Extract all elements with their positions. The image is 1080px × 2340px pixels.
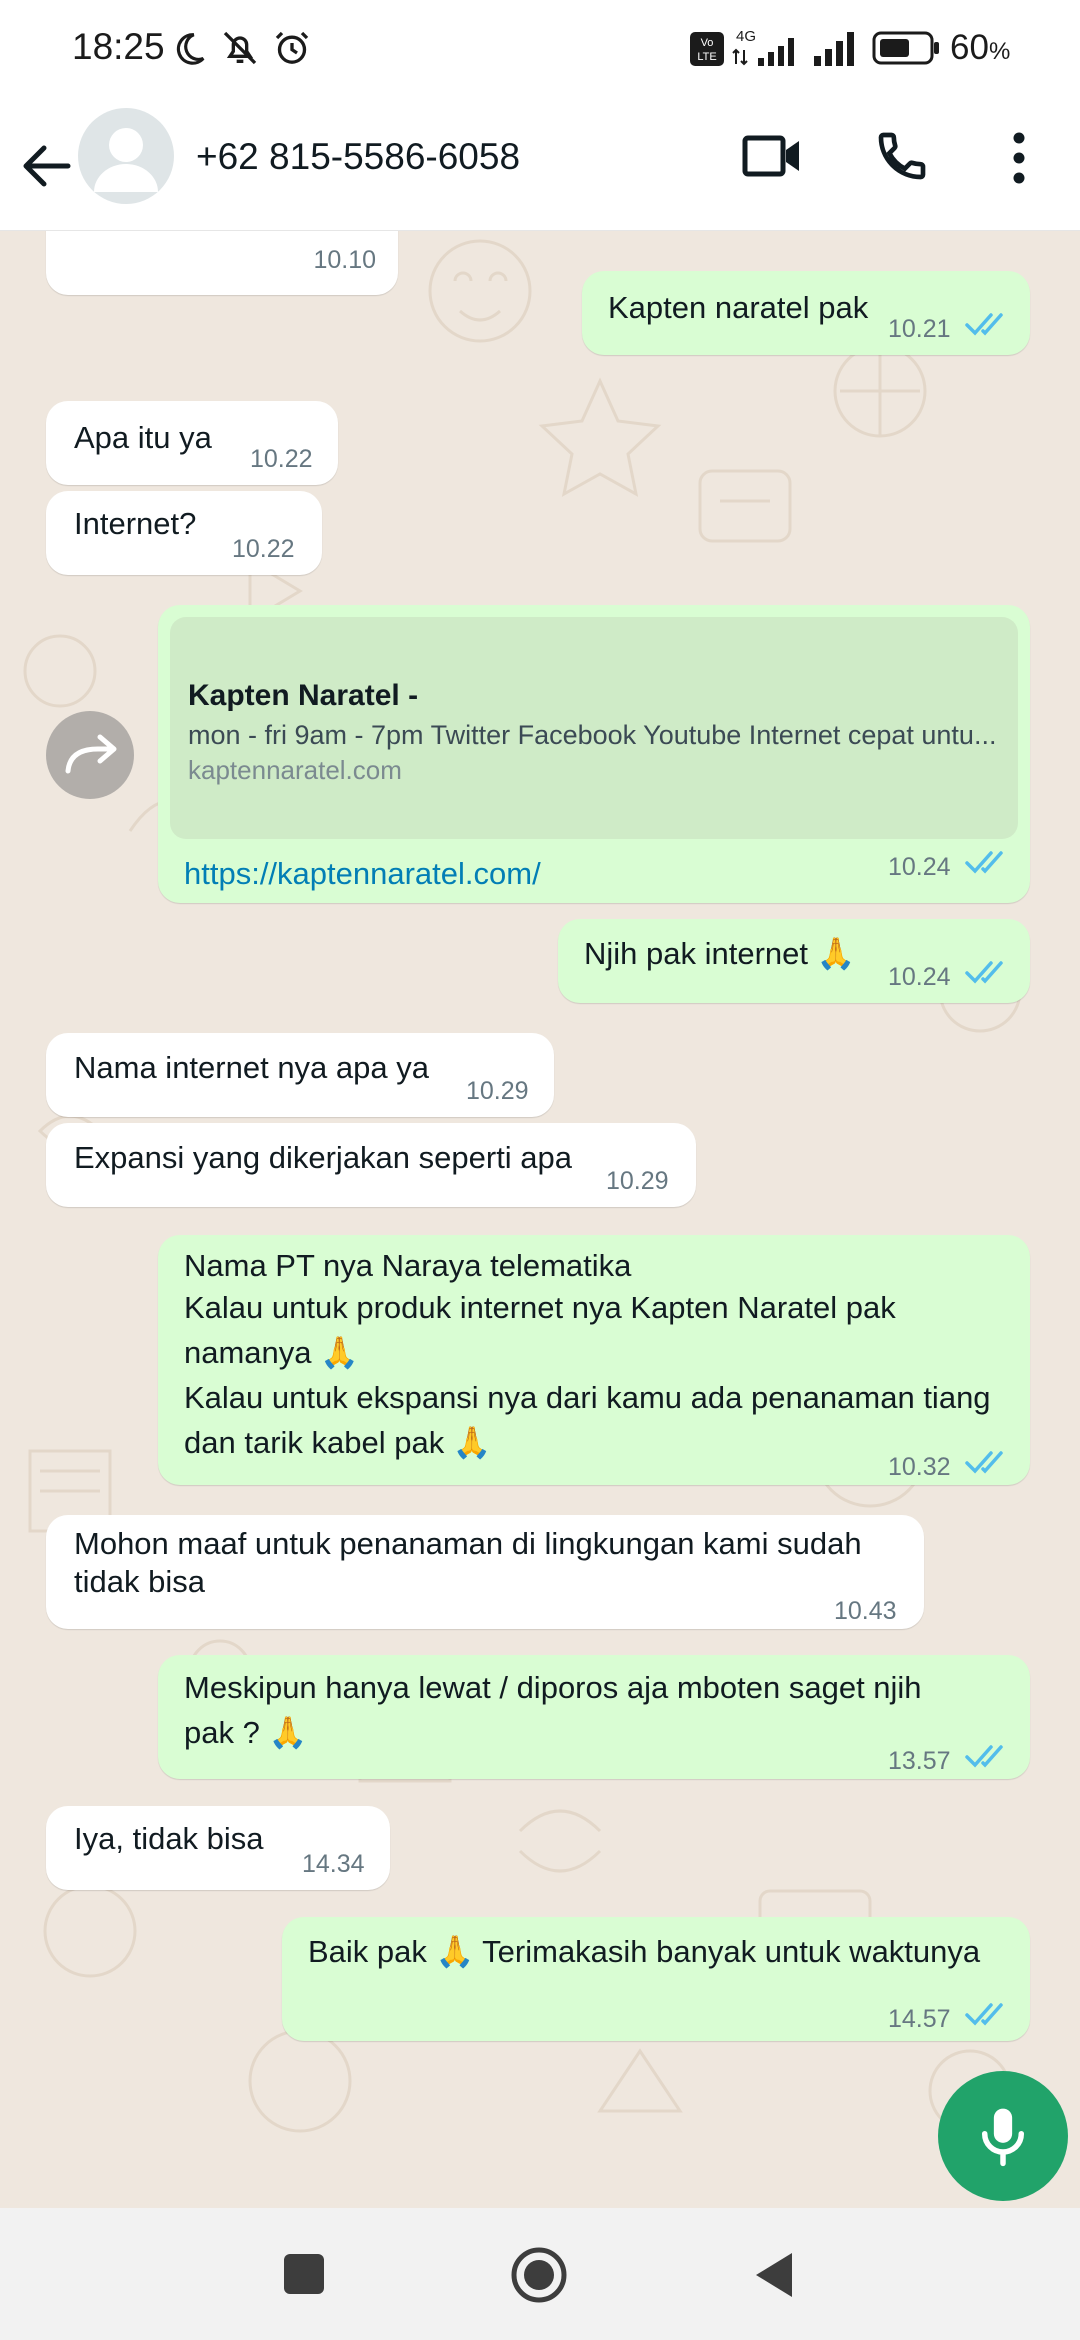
bell-off-icon [223,31,257,65]
home-circle-icon[interactable] [510,2246,568,2304]
contact-name[interactable]: +62 815-5586-6058 [196,136,520,178]
read-ticks-icon [965,851,1003,874]
message-bubble-outgoing[interactable]: Nama PT nya Naraya telematika Kalau untu… [158,1235,1030,1485]
message-text: Iya, tidak bisa [74,1821,264,1856]
read-ticks-icon [965,1745,1003,1768]
phone-icon[interactable] [874,128,930,184]
svg-text:4G: 4G [736,28,756,45]
volte-icon: Vo LTE [690,32,724,66]
message-bubble-outgoing[interactable]: Kapten naratel pak 10.21 [582,271,1030,355]
message-time: 13.57 [888,1747,951,1775]
link-preview-card[interactable]: Kapten Naratel - mon - fri 9am - 7pm Twi… [170,617,1018,839]
message-text-line: Kalau untuk produk internet nya Kapten N… [184,1290,896,1325]
read-ticks-icon [965,313,1003,336]
message-text-line: Meskipun hanya lewat / diporos aja mbote… [184,1670,922,1705]
message-time: 10.32 [888,1453,951,1481]
message-bubble-outgoing[interactable]: Baik pak 🙏 Terimakasih banyak untuk wakt… [282,1917,1030,2041]
message-time: 10.10 [313,246,376,274]
message-time: 10.21 [888,315,951,343]
message-text: Internet? [74,506,197,541]
message-time: 10.22 [250,445,313,473]
video-call-icon[interactable] [742,130,802,182]
back-arrow-icon[interactable] [18,144,74,188]
recents-square-icon[interactable] [282,2252,326,2296]
chat-area[interactable]: 10.10 Kapten naratel pak 10.21 Apa itu y… [0,231,1080,2208]
battery-icon [872,31,939,65]
alarm-icon [275,31,309,64]
more-vert-icon[interactable] [1006,130,1032,186]
message-time: 10.22 [232,535,295,563]
read-ticks-icon [965,2003,1003,2026]
message-text-line: Kalau untuk ekspansi nya dari kamu ada p… [184,1380,991,1415]
status-time: 18:25 [72,26,165,67]
message-bubble-incoming[interactable]: Nama internet nya apa ya 10.29 [46,1033,554,1117]
message-text: Baik pak 🙏 Terimakasih banyak untuk wakt… [308,1934,981,1969]
message-time: 10.29 [606,1167,669,1195]
message-time: 10.24 [888,963,951,991]
link-preview-title: Kapten Naratel - [188,679,419,712]
svg-text:Vo: Vo [701,37,714,49]
message-bubble-incoming[interactable]: Internet? 10.22 [46,491,322,575]
status-bar: 18:25 Vo LTE 4G 60% [0,0,1080,100]
message-text: Apa itu ya [74,420,212,455]
message-text: Expansi yang dikerjakan seperti apa [74,1140,573,1175]
read-ticks-icon [965,1451,1003,1474]
message-time: 10.43 [834,1597,897,1625]
forward-icon [65,734,117,774]
chat-header: +62 815-5586-6058 [0,100,1080,231]
back-triangle-icon[interactable] [752,2250,796,2300]
system-nav-bar [0,2208,1080,2340]
mic-button[interactable] [938,2071,1068,2201]
message-text: Njih pak internet 🙏 [584,936,856,971]
battery-percent: 60% [950,28,1011,67]
forward-button[interactable] [46,711,134,799]
message-text: Kapten naratel pak [608,290,869,325]
message-bubble-outgoing[interactable]: Njih pak internet 🙏 10.24 [558,919,1030,1003]
message-time: 10.24 [888,853,951,881]
message-bubble-incoming[interactable]: Mohon maaf untuk penanaman di lingkungan… [46,1515,924,1629]
message-text-line: namanya 🙏 [184,1335,359,1370]
message-text-line: pak ? 🙏 [184,1715,308,1750]
screen: 18:25 Vo LTE 4G 60% +62 815-5586-6058 10… [0,0,1080,2340]
message-text-line: Nama PT nya Naraya telematika [184,1248,632,1283]
message-bubble-link[interactable]: Kapten Naratel - mon - fri 9am - 7pm Twi… [158,605,1030,903]
mic-icon [981,2108,1025,2167]
message-time: 14.57 [888,2005,951,2033]
message-text-line: tidak bisa [74,1564,205,1599]
read-ticks-icon [965,961,1003,984]
message-link[interactable]: https://kaptennaratel.com/ [184,851,541,896]
link-preview-domain: kaptennaratel.com [188,755,402,785]
message-time: 14.34 [302,1850,365,1878]
signal-icon [814,32,854,66]
message-text: Nama internet nya apa ya [74,1050,429,1085]
message-bubble-incoming[interactable]: Expansi yang dikerjakan seperti apa 10.2… [46,1123,696,1207]
message-time: 10.29 [466,1077,529,1105]
message-bubble-incoming[interactable]: Iya, tidak bisa 14.34 [46,1806,390,1890]
signal-4g-icon: 4G [732,28,794,66]
message-bubble-outgoing[interactable]: Meskipun hanya lewat / diporos aja mbote… [158,1655,1030,1779]
message-text-line: dan tarik kabel pak 🙏 [184,1425,492,1460]
message-bubble-incoming[interactable]: 10.10 [46,231,398,295]
svg-text:LTE: LTE [697,51,716,63]
moon-icon [176,33,205,65]
message-bubble-incoming[interactable]: Apa itu ya 10.22 [46,401,338,485]
avatar-icon[interactable] [78,108,174,204]
